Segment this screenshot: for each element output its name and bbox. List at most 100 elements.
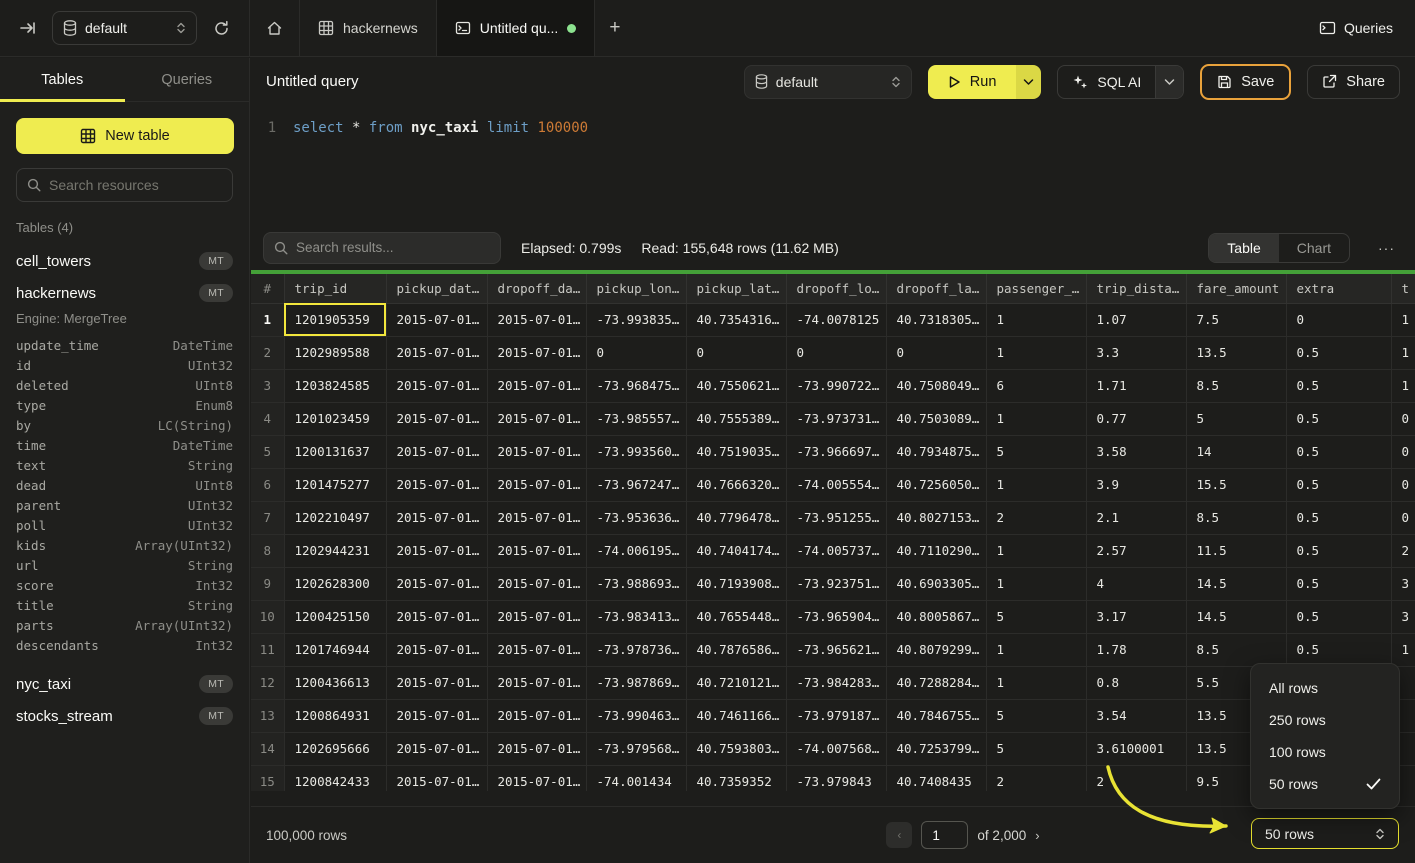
cell[interactable]: -73.965904…: [786, 600, 886, 633]
cell[interactable]: 1200842433: [284, 765, 386, 791]
cell[interactable]: 0.5: [1286, 600, 1391, 633]
cell[interactable]: -73.983413…: [586, 600, 686, 633]
cell[interactable]: 2015-07-01…: [487, 567, 586, 600]
cell[interactable]: 7.5: [1186, 303, 1286, 336]
cell[interactable]: 1.07: [1086, 303, 1186, 336]
cell[interactable]: 1201746944: [284, 633, 386, 666]
column-header-dropoff_da[interactable]: dropoff_da…: [487, 274, 586, 303]
cell[interactable]: -74.001434: [586, 765, 686, 791]
cell[interactable]: 3.17: [1086, 600, 1186, 633]
cell[interactable]: 1200425150: [284, 600, 386, 633]
cell[interactable]: -73.973731…: [786, 402, 886, 435]
cell[interactable]: -73.966697…: [786, 435, 886, 468]
cell[interactable]: 2015-07-01…: [487, 303, 586, 336]
cell[interactable]: 40.8005867…: [886, 600, 986, 633]
results-more-icon[interactable]: ···: [1370, 240, 1403, 256]
cell[interactable]: 40.7846755…: [886, 699, 986, 732]
cell[interactable]: 0.77: [1086, 402, 1186, 435]
cell[interactable]: -73.990722…: [786, 369, 886, 402]
cell[interactable]: 2015-07-01…: [386, 369, 487, 402]
collapse-sidebar-icon[interactable]: [14, 14, 42, 42]
cell[interactable]: 2015-07-01…: [386, 633, 487, 666]
cell[interactable]: 1201023459: [284, 402, 386, 435]
cell[interactable]: 2015-07-01…: [386, 567, 487, 600]
cell[interactable]: 40.7519035…: [686, 435, 786, 468]
refresh-icon[interactable]: [207, 14, 235, 42]
column-header-dropoff_lo[interactable]: dropoff_lo…: [786, 274, 886, 303]
column-header-trip_id[interactable]: trip_id: [284, 274, 386, 303]
cell[interactable]: -73.984283…: [786, 666, 886, 699]
cell[interactable]: 2015-07-01…: [386, 666, 487, 699]
cell[interactable]: 2015-07-01…: [487, 732, 586, 765]
sidebar-table-hackernews[interactable]: hackernewsMT: [16, 277, 233, 309]
cell[interactable]: 0.5: [1286, 468, 1391, 501]
cell[interactable]: 2015-07-01…: [487, 534, 586, 567]
cell[interactable]: 40.7934875…: [886, 435, 986, 468]
cell[interactable]: 0: [1391, 402, 1415, 435]
cell[interactable]: 2: [986, 501, 1086, 534]
cell[interactable]: 2015-07-01…: [386, 435, 487, 468]
page-size-option-250-rows[interactable]: 250 rows: [1251, 704, 1399, 736]
cell[interactable]: 40.7354316…: [686, 303, 786, 336]
cell[interactable]: -73.979187…: [786, 699, 886, 732]
resource-search-input[interactable]: [49, 177, 209, 193]
cell[interactable]: 1202695666: [284, 732, 386, 765]
run-button[interactable]: Run: [928, 65, 1017, 99]
cell[interactable]: 0.5: [1286, 567, 1391, 600]
column-header-fare_amount[interactable]: fare_amount: [1186, 274, 1286, 303]
cell[interactable]: 2015-07-01…: [386, 765, 487, 791]
column-header-extra[interactable]: extra: [1286, 274, 1391, 303]
cell[interactable]: 0: [586, 336, 686, 369]
cell[interactable]: -73.965621…: [786, 633, 886, 666]
cell[interactable]: 2015-07-01…: [487, 435, 586, 468]
cell[interactable]: -73.923751…: [786, 567, 886, 600]
cell[interactable]: 1201475277: [284, 468, 386, 501]
cell[interactable]: 40.7318305…: [886, 303, 986, 336]
cell[interactable]: 2.1: [1086, 501, 1186, 534]
sidebar-tab-queries[interactable]: Queries: [125, 58, 250, 101]
cell[interactable]: 2015-07-01…: [487, 402, 586, 435]
cell[interactable]: 1: [986, 402, 1086, 435]
cell[interactable]: 40.7253799…: [886, 732, 986, 765]
new-table-button[interactable]: New table: [16, 118, 234, 154]
cell[interactable]: 2015-07-01…: [386, 402, 487, 435]
cell[interactable]: 1200131637: [284, 435, 386, 468]
cell[interactable]: 40.8079299…: [886, 633, 986, 666]
page-input[interactable]: [921, 821, 968, 849]
cell[interactable]: 5: [986, 600, 1086, 633]
column-header-t[interactable]: t: [1391, 274, 1415, 303]
cell[interactable]: 0: [886, 336, 986, 369]
column-header-pickup_dat[interactable]: pickup_dat…: [386, 274, 487, 303]
sql-ai-button[interactable]: SQL AI: [1058, 66, 1155, 98]
cell[interactable]: 0: [1391, 435, 1415, 468]
cell[interactable]: 3: [1391, 567, 1415, 600]
cell[interactable]: 2.57: [1086, 534, 1186, 567]
cell[interactable]: 1203824585: [284, 369, 386, 402]
cell[interactable]: -74.007568…: [786, 732, 886, 765]
page-size-option-100-rows[interactable]: 100 rows: [1251, 736, 1399, 768]
query-database-selector[interactable]: default: [744, 65, 912, 99]
column-header-dropoff_la[interactable]: dropoff_la…: [886, 274, 986, 303]
cell[interactable]: 1: [986, 303, 1086, 336]
selected-cell[interactable]: 1201905359: [284, 303, 386, 336]
sidebar-table-stocks_stream[interactable]: stocks_streamMT: [16, 700, 233, 732]
queries-button[interactable]: Queries: [1297, 0, 1415, 56]
cell[interactable]: 2015-07-01…: [487, 765, 586, 791]
cell[interactable]: 0: [1391, 468, 1415, 501]
cell[interactable]: 1202989588: [284, 336, 386, 369]
page-size-option-all-rows[interactable]: All rows: [1251, 672, 1399, 704]
cell[interactable]: 0.5: [1286, 435, 1391, 468]
cell[interactable]: 40.7655448…: [686, 600, 786, 633]
cell[interactable]: 40.7110290…: [886, 534, 986, 567]
cell[interactable]: 1202944231: [284, 534, 386, 567]
cell[interactable]: 0.5: [1286, 369, 1391, 402]
cell[interactable]: 2015-07-01…: [386, 336, 487, 369]
cell[interactable]: 40.7508049…: [886, 369, 986, 402]
column-header-pickup_lat[interactable]: pickup_lat…: [686, 274, 786, 303]
cell[interactable]: 5: [986, 699, 1086, 732]
cell[interactable]: 2015-07-01…: [386, 600, 487, 633]
cell[interactable]: 1: [1391, 303, 1415, 336]
cell[interactable]: 40.7404174…: [686, 534, 786, 567]
cell[interactable]: 2015-07-01…: [386, 732, 487, 765]
cell[interactable]: 0: [1286, 303, 1391, 336]
